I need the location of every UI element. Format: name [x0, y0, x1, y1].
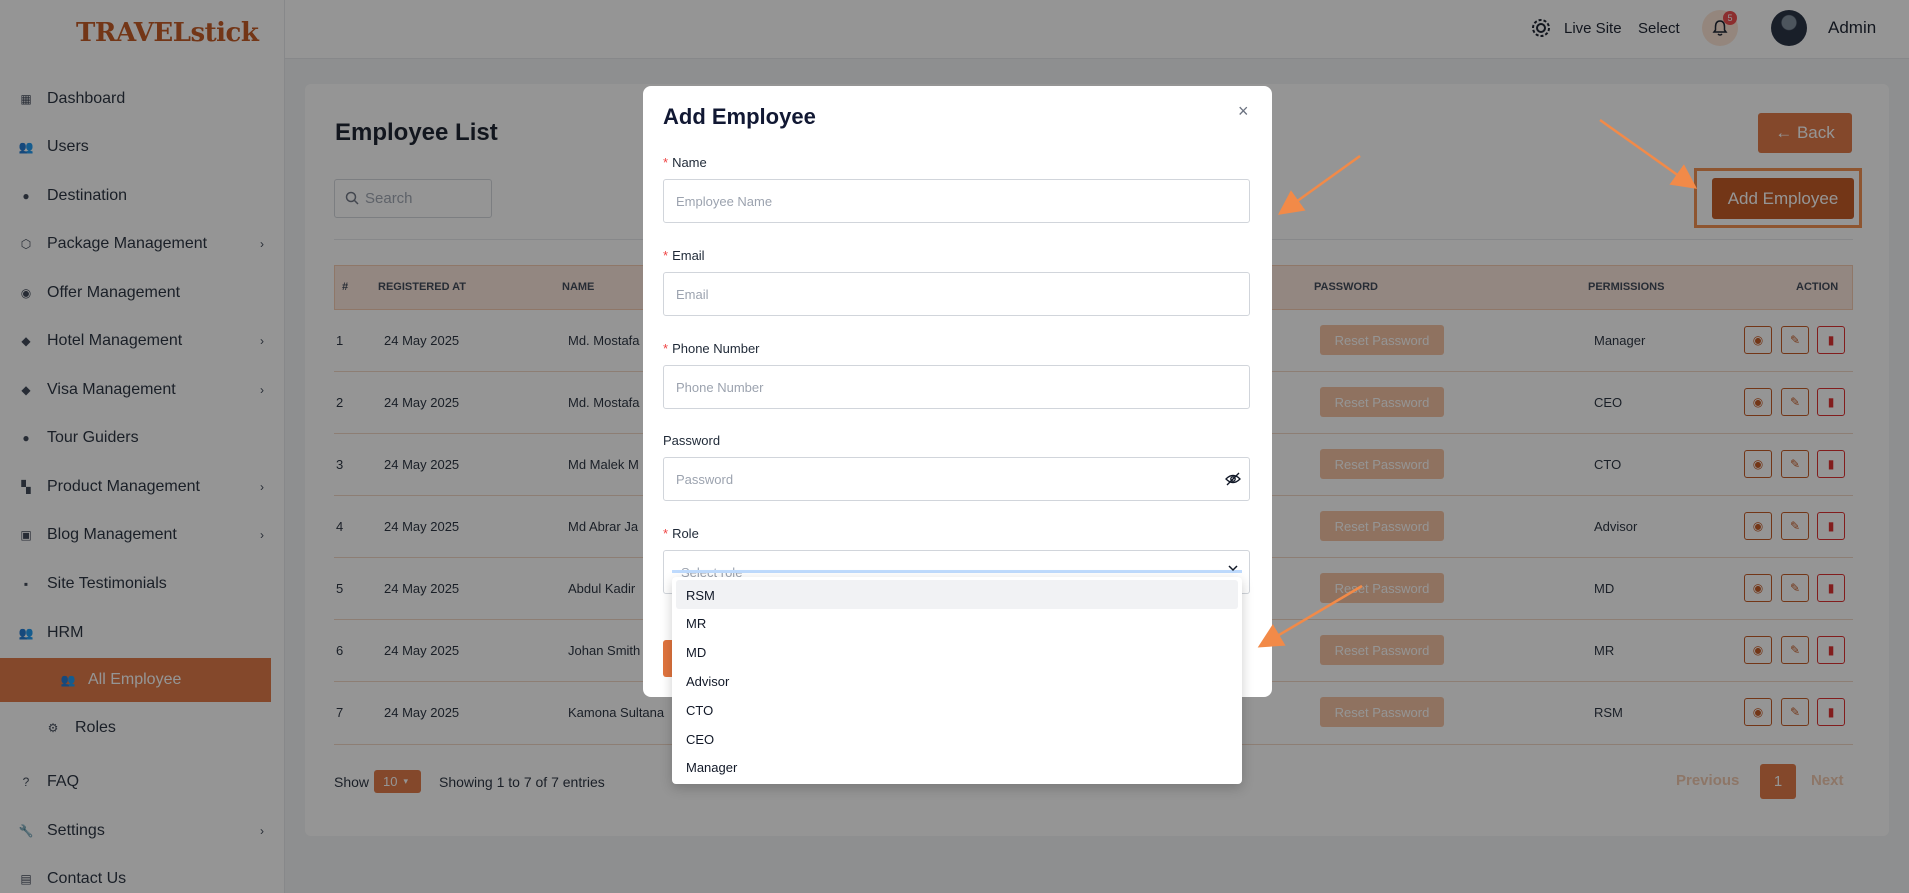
role-option-rsm[interactable]: RSM [686, 588, 715, 603]
role-option-advisor[interactable]: Advisor [686, 674, 729, 689]
password-label: Password [663, 433, 721, 448]
role-option-cto[interactable]: CTO [686, 703, 713, 718]
close-icon[interactable]: × [1238, 101, 1249, 122]
email-label: * Email [663, 248, 705, 263]
email-field[interactable]: Email [663, 272, 1250, 316]
phone-field[interactable]: Phone Number [663, 365, 1250, 409]
eye-off-icon[interactable] [1225, 471, 1241, 487]
focus-ring [672, 570, 1242, 573]
phone-label: * Phone Number [663, 341, 760, 356]
role-option-mr[interactable]: MR [686, 616, 706, 631]
role-label: * Role [663, 526, 699, 541]
name-label: * Name [663, 155, 707, 170]
role-option-ceo[interactable]: CEO [686, 732, 714, 747]
modal-title: Add Employee [663, 104, 816, 129]
password-field[interactable]: Password [663, 457, 1250, 501]
name-field[interactable]: Employee Name [663, 179, 1250, 223]
highlighted-option [676, 580, 1238, 609]
chevron-down-icon [1228, 565, 1238, 572]
submit-button[interactable] [663, 640, 672, 677]
role-option-manager[interactable]: Manager [686, 760, 737, 775]
role-option-md[interactable]: MD [686, 645, 706, 660]
